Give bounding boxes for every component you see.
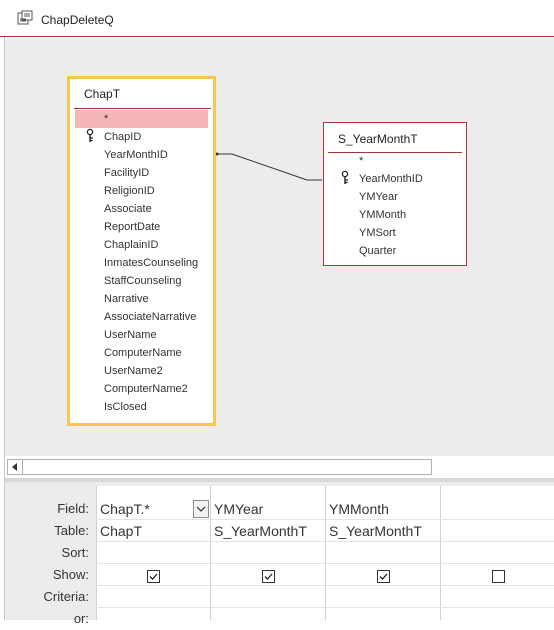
- field-row-highlight: [75, 110, 208, 128]
- grid-table-cell[interactable]: S_YearMonthT: [329, 520, 439, 542]
- table-field-item[interactable]: YMSort: [359, 224, 396, 242]
- query-design-icon: [17, 10, 33, 25]
- field-label: *: [359, 155, 364, 167]
- grid-field-cell[interactable]: ChapT.*: [100, 498, 192, 520]
- field-label: ChaplainID: [104, 239, 159, 251]
- table-field-item[interactable]: YMYear: [359, 188, 398, 206]
- show-checkbox[interactable]: [492, 570, 505, 583]
- field-label: ReligionID: [104, 185, 155, 197]
- table-field-item[interactable]: UserName: [104, 326, 157, 344]
- field-label: UserName2: [104, 365, 163, 377]
- table-title-separator: [74, 108, 211, 109]
- table-box-chapt[interactable]: ChapT * ChapID YearMonthID FacilityID Religi…: [67, 76, 216, 426]
- field-label: YearMonthID: [359, 173, 423, 185]
- grid-field-cell[interactable]: YMYear: [214, 498, 322, 520]
- row-label-criteria: Criteria:: [43, 589, 89, 604]
- grid-row-divider: [96, 585, 554, 586]
- table-field-item[interactable]: IsClosed: [104, 398, 147, 416]
- table-field-item[interactable]: YearMonthID: [104, 146, 168, 164]
- table-field-item[interactable]: YMMonth: [359, 206, 406, 224]
- grid-table-cell[interactable]: S_YearMonthT: [214, 520, 324, 542]
- document-title: ChapDeleteQ: [41, 13, 114, 27]
- table-box-s-yearmontht[interactable]: S_YearMonthT * YearMonthID YMYear YMMonth YM…: [323, 122, 467, 266]
- table-field-item[interactable]: Quarter: [359, 242, 396, 260]
- table-field-item[interactable]: FacilityID: [104, 164, 149, 182]
- field-label: YMYear: [359, 191, 398, 203]
- table-field-item[interactable]: ReligionID: [104, 182, 155, 200]
- row-label-sort: Sort:: [61, 545, 89, 560]
- row-label-table: Table:: [54, 523, 89, 538]
- field-label: AssociateNarrative: [104, 311, 197, 323]
- grid-field-cell[interactable]: YMMonth: [329, 498, 437, 520]
- scroll-left-icon[interactable]: [8, 460, 23, 474]
- grid-row-divider: [96, 607, 554, 608]
- field-label: YMSort: [359, 227, 396, 239]
- table-field-item[interactable]: InmatesCounseling: [104, 254, 198, 272]
- table-field-item[interactable]: ChaplainID: [104, 236, 158, 254]
- checkmark-icon: [149, 573, 158, 580]
- grid-column-divider[interactable]: [96, 486, 97, 620]
- field-label: ChapID: [104, 131, 142, 143]
- field-label: YMMonth: [359, 209, 407, 221]
- table-field-item[interactable]: Narrative: [104, 290, 149, 308]
- checkmark-icon: [379, 573, 388, 580]
- field-label: FacilityID: [104, 167, 150, 179]
- table-title[interactable]: ChapT: [84, 87, 120, 101]
- table-field-item[interactable]: StaffCounseling: [104, 272, 181, 290]
- show-checkbox[interactable]: [147, 570, 160, 583]
- horizontal-scrollbar[interactable]: [7, 459, 432, 475]
- grid-row-divider: [96, 563, 554, 564]
- field-label: ComputerName: [104, 347, 182, 359]
- table-field-item[interactable]: ReportDate: [104, 218, 160, 236]
- primary-key-icon: [86, 128, 98, 146]
- grid-table-cell[interactable]: ChapT: [100, 520, 208, 542]
- field-label: StaffCounseling: [104, 275, 182, 287]
- query-design-grid[interactable]: Field: Table: Sort: Show: Criteria: or: …: [5, 482, 554, 626]
- document-tab[interactable]: ChapDeleteQ: [0, 0, 554, 37]
- field-dropdown-button[interactable]: [193, 500, 209, 518]
- row-label-or: or:: [73, 611, 89, 626]
- table-field-item[interactable]: *: [359, 152, 363, 170]
- table-title[interactable]: S_YearMonthT: [338, 132, 418, 146]
- query-design-pane[interactable]: ChapT * ChapID YearMonthID FacilityID Religi…: [5, 38, 554, 456]
- field-label: *: [104, 113, 109, 125]
- table-field-item[interactable]: UserName2: [104, 362, 163, 380]
- primary-key-icon: [341, 170, 353, 188]
- field-label: IsClosed: [104, 401, 147, 413]
- field-label: Associate: [104, 203, 152, 215]
- field-label: YearMonthID: [104, 149, 168, 161]
- table-field-item[interactable]: ChapID: [86, 128, 142, 146]
- grid-column-divider[interactable]: [440, 486, 441, 620]
- checkmark-icon: [264, 573, 273, 580]
- field-label: ReportDate: [104, 221, 161, 233]
- table-field-item[interactable]: ComputerName2: [104, 380, 188, 398]
- show-checkbox[interactable]: [377, 570, 390, 583]
- field-label: Narrative: [104, 293, 149, 305]
- table-title-separator: [328, 152, 462, 153]
- chevron-down-icon: [196, 506, 206, 512]
- grid-column-divider[interactable]: [210, 486, 211, 620]
- table-field-item[interactable]: *: [104, 110, 108, 128]
- field-label: InmatesCounseling: [104, 257, 199, 269]
- field-label: ComputerName2: [104, 383, 188, 395]
- row-label-show: Show:: [52, 567, 89, 582]
- row-label-field: Field:: [57, 501, 89, 516]
- table-field-item[interactable]: YearMonthID: [341, 170, 423, 188]
- scrollbar-thumb[interactable]: [25, 461, 430, 473]
- table-field-item[interactable]: ComputerName: [104, 344, 182, 362]
- field-label: Quarter: [359, 245, 397, 257]
- grid-column-divider[interactable]: [325, 486, 326, 620]
- grid-field-cell[interactable]: [444, 498, 552, 520]
- table-field-item[interactable]: AssociateNarrative: [104, 308, 196, 326]
- field-label: UserName: [104, 329, 157, 341]
- table-field-item[interactable]: Associate: [104, 200, 152, 218]
- show-checkbox[interactable]: [262, 570, 275, 583]
